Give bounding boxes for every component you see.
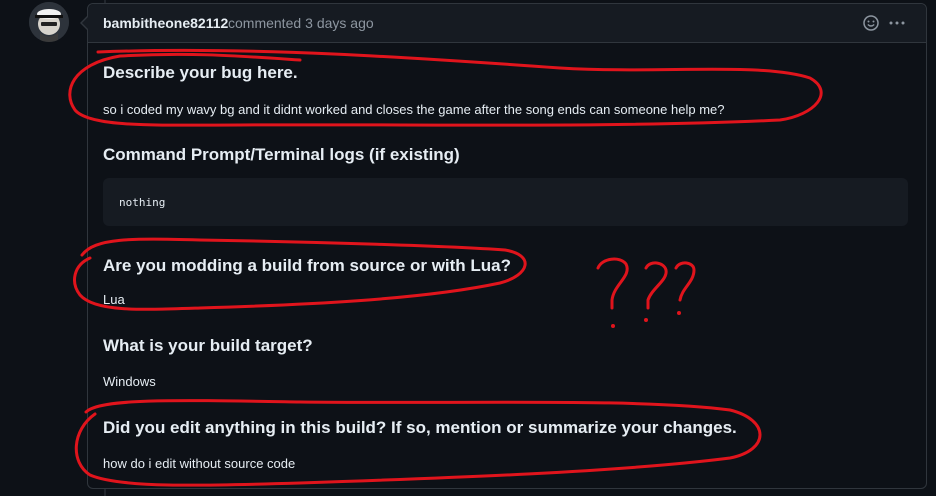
section-heading: Did you edit anything in this build? If … xyxy=(103,418,737,437)
section-text: Windows xyxy=(103,374,156,389)
section-heading: Describe your bug here. xyxy=(103,63,298,82)
code-text: nothing xyxy=(119,196,166,209)
smiley-icon[interactable] xyxy=(862,14,880,32)
kebab-horizontal-icon[interactable] xyxy=(888,14,906,32)
section-heading: Are you modding a build from source or w… xyxy=(103,256,512,275)
avatar[interactable] xyxy=(29,2,69,42)
avatar-image xyxy=(29,2,69,42)
comment-author[interactable]: bambitheone82112 xyxy=(103,15,228,31)
comment-meta: commented 3 days ago xyxy=(228,15,374,31)
comment-header: bambitheone82112 commented 3 days ago xyxy=(80,4,926,43)
section-text: how do i edit without source code xyxy=(103,456,296,471)
comment-box: bambitheone82112 commented 3 days ago De… xyxy=(80,3,927,489)
section-text: Lua xyxy=(103,292,125,307)
issue-comment-view: bambitheone82112 commented 3 days ago De… xyxy=(0,0,936,496)
comment-timestamp[interactable]: 3 days ago xyxy=(305,15,374,31)
section-heading: Command Prompt/Terminal logs (if existin… xyxy=(103,145,460,164)
comment-action: commented xyxy=(228,15,302,31)
code-block: nothing xyxy=(103,178,908,226)
section-heading: What is your build target? xyxy=(103,336,313,355)
section-text: so i coded my wavy bg and it didnt worke… xyxy=(103,102,725,117)
